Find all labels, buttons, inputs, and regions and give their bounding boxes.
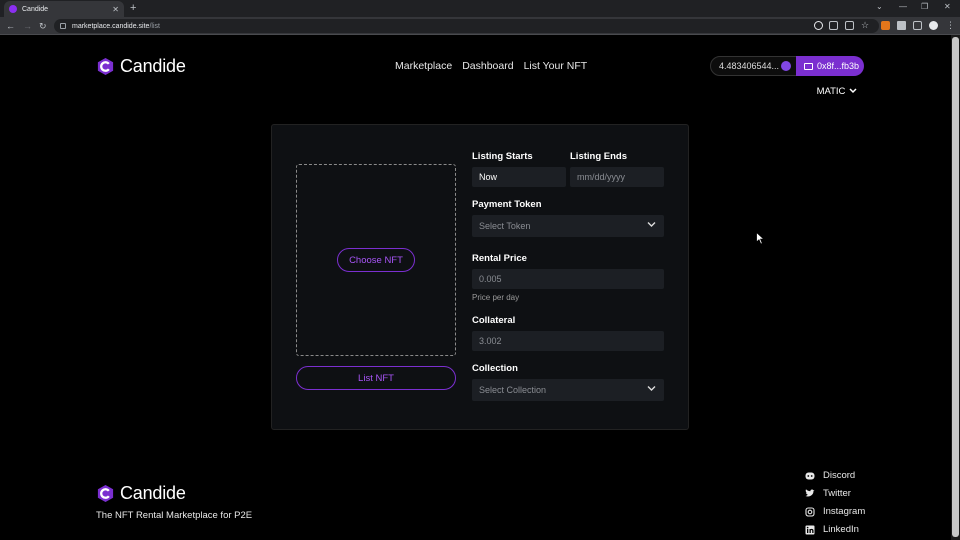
collateral-placeholder: 3.002 bbox=[479, 336, 502, 346]
rental-price-input[interactable]: 0.005 bbox=[472, 269, 664, 289]
mouse-cursor-icon bbox=[756, 232, 765, 245]
rental-price-label: Rental Price bbox=[472, 253, 527, 264]
payment-token-select[interactable]: Select Token bbox=[472, 215, 664, 237]
listing-ends-label: Listing Ends bbox=[570, 151, 627, 162]
extensions-puzzle-icon[interactable] bbox=[897, 21, 906, 30]
candide-logo-icon bbox=[97, 57, 114, 76]
restore-icon[interactable]: ❐ bbox=[921, 2, 928, 11]
wallet-address: 0x8f...fb3b bbox=[817, 61, 860, 71]
reload-icon[interactable]: ↻ bbox=[39, 20, 47, 32]
instagram-icon bbox=[805, 506, 815, 517]
payment-token-placeholder: Select Token bbox=[479, 221, 531, 231]
share-icon[interactable] bbox=[845, 21, 854, 30]
new-tab-icon[interactable]: + bbox=[130, 2, 136, 14]
social-link-instagram[interactable]: Instagram bbox=[805, 506, 865, 517]
listing-starts-label: Listing Starts bbox=[472, 151, 533, 162]
listing-starts-field[interactable]: Now bbox=[472, 167, 566, 187]
social-link-twitter[interactable]: Twitter bbox=[805, 488, 851, 499]
candide-logo-icon bbox=[97, 484, 114, 503]
collection-label: Collection bbox=[472, 363, 518, 374]
listing-ends-placeholder: mm/dd/yyyy bbox=[577, 172, 626, 182]
social-label: LinkedIn bbox=[823, 524, 859, 535]
rental-price-hint: Price per day bbox=[472, 293, 520, 302]
social-link-discord[interactable]: Discord bbox=[805, 470, 855, 481]
payment-token-label: Payment Token bbox=[472, 199, 542, 210]
chevron-down-icon bbox=[647, 386, 656, 391]
metamask-extension-icon[interactable] bbox=[881, 21, 890, 30]
browser-tab-bar: Candide ✕ + ⌄ — ❐ ✕ bbox=[0, 0, 960, 17]
tab-search-icon[interactable]: ⌄ bbox=[876, 2, 883, 11]
browser-toolbar: ← → ↻ marketplace.candide.site/list ☆ ⋮ bbox=[0, 17, 960, 35]
collection-placeholder: Select Collection bbox=[479, 385, 547, 395]
brand-name: Candide bbox=[120, 56, 186, 76]
lock-icon bbox=[60, 23, 66, 29]
wallet-icon bbox=[804, 62, 813, 70]
choose-nft-button[interactable]: Choose NFT bbox=[337, 248, 415, 272]
url-path: /list bbox=[149, 22, 160, 30]
social-label: Twitter bbox=[823, 488, 851, 499]
collection-select[interactable]: Select Collection bbox=[472, 379, 664, 401]
social-link-linkedin[interactable]: LinkedIn bbox=[805, 524, 859, 535]
listing-ends-field[interactable]: mm/dd/yyyy bbox=[570, 167, 664, 187]
chevron-down-icon bbox=[647, 222, 656, 227]
profile-avatar-icon[interactable] bbox=[929, 21, 938, 30]
footer-logo[interactable]: Candide bbox=[96, 483, 186, 504]
social-label: Discord bbox=[823, 470, 856, 481]
scrollbar-thumb[interactable] bbox=[952, 37, 959, 537]
address-bar[interactable]: marketplace.candide.site/list bbox=[54, 19, 879, 33]
social-label: Instagram bbox=[823, 506, 866, 517]
matic-token-icon bbox=[781, 61, 791, 71]
install-app-icon[interactable] bbox=[829, 21, 838, 30]
rental-price-placeholder: 0.005 bbox=[479, 274, 502, 284]
browser-tab[interactable]: Candide ✕ bbox=[4, 1, 124, 17]
forward-icon[interactable]: → bbox=[23, 20, 32, 32]
window-close-icon[interactable]: ✕ bbox=[944, 2, 951, 11]
nav-marketplace[interactable]: Marketplace bbox=[395, 60, 452, 72]
header-logo[interactable]: Candide bbox=[96, 56, 186, 77]
main-nav: Marketplace Dashboard List Your NFT bbox=[395, 60, 587, 72]
side-panel-icon[interactable] bbox=[913, 21, 922, 30]
network-label: MATIC bbox=[816, 85, 846, 97]
discord-icon bbox=[805, 471, 815, 481]
bookmark-star-icon[interactable]: ☆ bbox=[861, 19, 869, 31]
candide-favicon-icon bbox=[9, 5, 17, 13]
nav-list-your-nft[interactable]: List Your NFT bbox=[524, 60, 588, 72]
tab-close-icon[interactable]: ✕ bbox=[112, 5, 119, 14]
tab-title: Candide bbox=[22, 5, 49, 13]
balance-amount: 4.483406544... bbox=[719, 61, 780, 71]
linkedin-icon bbox=[805, 525, 815, 535]
list-nft-button[interactable]: List NFT bbox=[296, 366, 456, 390]
network-selector[interactable]: MATIC bbox=[811, 83, 863, 99]
back-icon[interactable]: ← bbox=[6, 20, 15, 32]
chevron-down-icon bbox=[849, 88, 857, 94]
wallet-address-button[interactable]: 0x8f...fb3b bbox=[796, 56, 864, 76]
wallet-balance: 4.483406544... bbox=[710, 56, 798, 76]
nav-dashboard[interactable]: Dashboard bbox=[462, 60, 513, 72]
footer-tagline: The NFT Rental Marketplace for P2E bbox=[96, 510, 253, 521]
google-lens-icon[interactable] bbox=[814, 21, 823, 30]
collateral-input[interactable]: 3.002 bbox=[472, 331, 664, 351]
twitter-icon bbox=[805, 489, 815, 499]
kebab-menu-icon[interactable]: ⋮ bbox=[946, 19, 955, 31]
minimize-icon[interactable]: — bbox=[899, 2, 907, 11]
collateral-label: Collateral bbox=[472, 315, 516, 326]
page-scrollbar[interactable] bbox=[951, 35, 960, 540]
listing-starts-value: Now bbox=[479, 172, 498, 182]
footer-brand-name: Candide bbox=[120, 483, 186, 503]
url-host: marketplace.candide.site bbox=[72, 22, 150, 30]
